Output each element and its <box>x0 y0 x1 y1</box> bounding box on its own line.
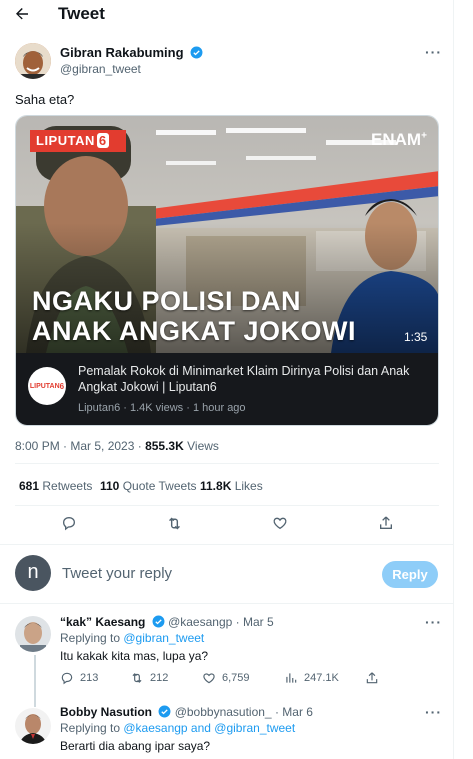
likes-label[interactable]: Likes <box>235 479 263 493</box>
retweets-label[interactable]: Retweets <box>42 479 92 493</box>
quotes-label[interactable]: Quote Tweets <box>123 479 197 493</box>
video-thumbnail[interactable]: LIPUTAN 6 ENAM+ NGAKU POLISI DAN ANAK ANG… <box>16 116 438 353</box>
verified-badge-icon <box>152 615 165 628</box>
views-count-small: 247.1K <box>304 672 339 684</box>
brand-right-text: ENAM <box>371 130 422 149</box>
video-headline-1: NGAKU POLISI DAN <box>32 286 302 316</box>
views-count-action[interactable]: 247.1K <box>284 671 339 685</box>
reply-handle-time[interactable]: @kaesangp · Mar 5 <box>168 615 274 629</box>
liputan6-badge: LIPUTAN 6 <box>36 133 109 148</box>
tweet-timestamp[interactable]: 8:00 PM · Mar 5, 2023 <box>15 439 134 453</box>
card-details[interactable]: LIPUTAN 6 Pemalak Rokok di Minimarket Kla… <box>16 353 438 425</box>
author-name-text[interactable]: Gibran Rakabuming <box>60 45 184 60</box>
like-icon <box>203 673 215 684</box>
views-count: 855.3K <box>145 439 184 453</box>
current-user-avatar[interactable]: n <box>15 555 51 591</box>
retweets-count[interactable]: 681 <box>19 479 39 493</box>
thread-line <box>34 655 36 707</box>
brand-right-sup: + <box>421 130 427 142</box>
reply-count: 213 <box>80 672 99 684</box>
likes-count[interactable]: 11.8K <box>200 479 231 493</box>
quotes-count[interactable]: 110 <box>100 479 119 493</box>
reply-author-name[interactable]: “kak” Kaesang <box>60 615 145 629</box>
link-card[interactable]: LIPUTAN 6 ENAM+ NGAKU POLISI DAN ANAK ANG… <box>15 115 439 426</box>
tweet-text: Saha eta? <box>15 92 75 107</box>
replying-to-link[interactable]: @gibran_tweet <box>123 631 204 645</box>
reply-header: Bobby Nasution @bobbynasution_ · Mar 6 <box>60 705 313 719</box>
page-header: Tweet <box>0 0 453 30</box>
retweet-count-action[interactable]: 212 <box>130 671 168 685</box>
replying-prefix: Replying to <box>60 721 124 735</box>
page-title: Tweet <box>58 4 105 23</box>
reply-input[interactable]: Tweet your reply <box>62 565 172 582</box>
reply-header: “kak” Kaesang @kaesangp · Mar 5 <box>60 615 274 629</box>
like-icon[interactable] <box>269 512 291 534</box>
more-options-icon[interactable]: ··· <box>425 44 442 60</box>
divider <box>0 544 453 545</box>
back-arrow-icon[interactable] <box>10 2 34 26</box>
replying-prefix: Replying to <box>60 631 124 645</box>
share-icon[interactable] <box>361 667 383 689</box>
more-options-icon[interactable]: ··· <box>425 614 442 630</box>
card-title[interactable]: Pemalak Rokok di Minimarket Klaim Diriny… <box>78 363 430 395</box>
like-count-action[interactable]: 6,759 <box>202 671 250 685</box>
video-headline-2: ANAK ANGKAT JOKOWI <box>32 316 356 346</box>
channel-logo: LIPUTAN 6 <box>28 367 66 405</box>
reply-handle-time[interactable]: @bobbynasution_ · Mar 6 <box>175 705 313 719</box>
tweet-page: Tweet Gibran Rakabuming @gibran_tweet ··… <box>0 0 454 759</box>
share-icon[interactable] <box>375 512 397 534</box>
retweets-stat[interactable]: 681 Retweets <box>19 479 92 493</box>
card-meta: Liputan6 · 1.4K views · 1 hour ago <box>78 402 246 414</box>
more-options-icon[interactable]: ··· <box>425 704 442 720</box>
verified-badge-icon <box>158 705 171 718</box>
reply-icon[interactable] <box>58 512 80 534</box>
verified-badge-icon <box>190 46 203 59</box>
replying-to-link[interactable]: @kaesangp and @gibran_tweet <box>123 721 295 735</box>
reply-avatar[interactable] <box>15 616 51 652</box>
likes-stat[interactable]: 11.8K Likes <box>200 479 263 493</box>
retweet-icon <box>132 673 142 683</box>
divider <box>0 603 453 604</box>
brand-left-number: 6 <box>96 133 109 148</box>
quotes-stat[interactable]: 110 Quote Tweets <box>100 479 197 493</box>
divider <box>15 463 439 464</box>
reply-author-name[interactable]: Bobby Nasution <box>60 705 152 719</box>
channel-logo-num: 6 <box>59 381 65 391</box>
reply-text: Berarti dia abang ipar saya? <box>60 739 211 753</box>
divider <box>15 505 439 506</box>
reply-icon <box>61 672 73 685</box>
enam-plus-logo: ENAM+ <box>371 130 427 150</box>
replying-to: Replying to @gibran_tweet <box>60 631 204 645</box>
tweet-timestamp-row: 8:00 PM · Mar 5, 2023 · 855.3K Views <box>15 439 219 453</box>
channel-logo-text: LIPUTAN <box>29 382 60 390</box>
retweet-count: 212 <box>150 672 169 684</box>
like-count: 6,759 <box>222 672 250 684</box>
analytics-icon <box>286 673 297 683</box>
retweet-icon[interactable] <box>163 512 185 534</box>
views-label: Views <box>187 439 219 453</box>
brand-left-text: LIPUTAN <box>36 133 95 148</box>
author-avatar[interactable] <box>15 43 51 79</box>
author-handle[interactable]: @gibran_tweet <box>60 62 141 76</box>
reply-avatar[interactable] <box>15 708 51 744</box>
author-name[interactable]: Gibran Rakabuming <box>60 45 203 60</box>
reply-count-action[interactable]: 213 <box>60 671 98 685</box>
replying-to: Replying to @kaesangp and @gibran_tweet <box>60 721 295 735</box>
reply-text: Itu kakak kita mas, lupa ya? <box>60 649 209 663</box>
reply-button[interactable]: Reply <box>382 561 438 588</box>
video-duration: 1:35 <box>404 330 428 344</box>
